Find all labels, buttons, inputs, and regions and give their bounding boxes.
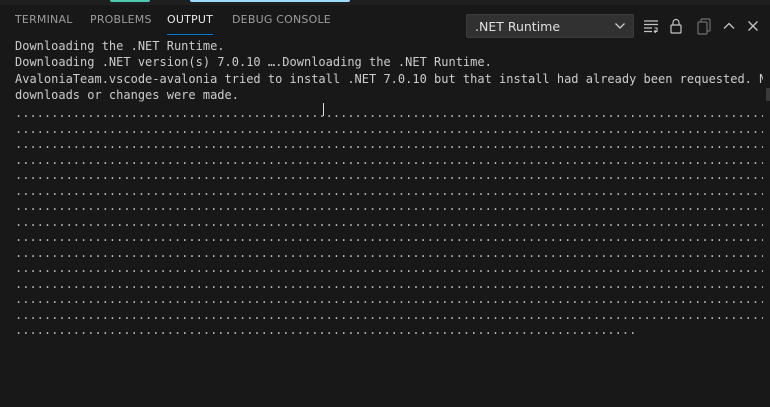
lock-scroll-button[interactable]	[666, 16, 686, 36]
output-line: Downloading the .NET Runtime.	[15, 39, 225, 53]
progress-dot-row: ........................................…	[15, 121, 763, 136]
output-line: downloads or changes were made.	[15, 87, 239, 102]
clear-output-button[interactable]	[694, 16, 714, 36]
progress-dot-row: ........................................…	[15, 199, 763, 214]
progress-dots: ........................................…	[15, 106, 763, 339]
output-channel-value: .NET Runtime	[475, 19, 561, 34]
maximize-panel-button[interactable]	[719, 16, 739, 36]
word-wrap-button[interactable]	[641, 16, 661, 36]
tab-debug-console[interactable]: DEBUG CONSOLE	[232, 13, 331, 35]
progress-dot-row: ........................................…	[15, 106, 763, 121]
tab-output-label: OUTPUT	[167, 13, 214, 26]
tab-terminal[interactable]: TERMINAL	[15, 13, 73, 35]
tab-problems[interactable]: PROBLEMS	[90, 13, 152, 35]
output-text-area[interactable]: Downloading the .NET Runtime. Downloadin…	[15, 38, 763, 398]
progress-dot-row: ........................................…	[15, 152, 763, 167]
list-wrap-icon	[644, 20, 658, 34]
output-line: AvaloniaTeam.vscode-avalonia tried to in…	[15, 71, 763, 86]
progress-dot-row: ........................................…	[15, 261, 763, 276]
progress-dot-row: ........................................…	[15, 323, 637, 338]
panel-tab-bar: TERMINAL PROBLEMS OUTPUT DEBUG CONSOLE .…	[0, 5, 770, 38]
text-cursor	[323, 103, 324, 116]
chevron-up-icon	[723, 22, 735, 29]
editor-edge-token	[190, 0, 350, 2]
progress-dot-row: ........................................…	[15, 183, 763, 198]
close-panel-button[interactable]	[743, 16, 763, 36]
progress-dot-row: ........................................…	[15, 245, 763, 260]
progress-dot-row: ........................................…	[15, 307, 763, 322]
progress-dot-row: ........................................…	[15, 230, 763, 245]
vertical-scrollbar[interactable]	[764, 37, 770, 407]
tab-problems-label: PROBLEMS	[90, 13, 152, 26]
tab-debug-console-label: DEBUG CONSOLE	[232, 13, 331, 26]
clear-output-icon	[697, 18, 711, 35]
close-icon	[748, 21, 758, 31]
tab-output[interactable]: OUTPUT	[167, 13, 214, 35]
progress-dot-row: ........................................…	[15, 137, 763, 152]
chevron-down-icon	[615, 23, 625, 29]
active-tab-indicator	[167, 34, 214, 35]
progress-dot-row: ........................................…	[15, 214, 763, 229]
output-line: Downloading .NET version(s) 7.0.10 ….Dow…	[15, 55, 492, 70]
progress-dot-row: ........................................…	[15, 276, 763, 291]
tab-terminal-label: TERMINAL	[15, 13, 73, 26]
editor-edge-token	[110, 0, 150, 2]
output-channel-select[interactable]: .NET Runtime	[466, 14, 634, 38]
lock-icon	[670, 18, 682, 34]
progress-dot-row: ........................................…	[15, 168, 763, 183]
output-panel: TERMINAL PROBLEMS OUTPUT DEBUG CONSOLE .…	[0, 0, 770, 407]
progress-dot-row: ........................................…	[15, 292, 763, 307]
